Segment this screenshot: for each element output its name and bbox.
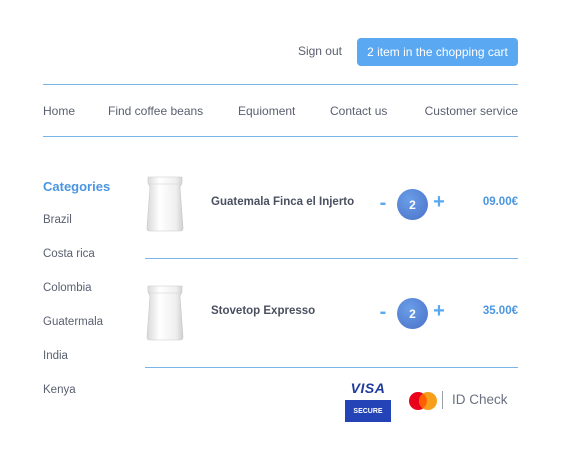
- header-bar: Sign out 2 item in the chopping cart: [43, 38, 518, 66]
- increase-quantity-button[interactable]: +: [432, 191, 446, 213]
- category-colombia[interactable]: Colombia: [43, 282, 92, 294]
- category-brazil[interactable]: Brazil: [43, 214, 72, 226]
- nav-contact-us[interactable]: Contact us: [330, 104, 387, 118]
- nav-customer-service[interactable]: Customer service: [425, 104, 518, 118]
- nav-equipment[interactable]: Equioment: [238, 104, 295, 118]
- categories-sidebar: Categories Brazil Costa rica Colombia Gu…: [43, 179, 133, 396]
- category-kenya[interactable]: Kenya: [43, 384, 76, 396]
- cart-bottom-divider: [145, 367, 518, 368]
- category-costa-rica[interactable]: Costa rica: [43, 248, 95, 260]
- decrease-quantity-button[interactable]: -: [377, 192, 389, 214]
- decrease-quantity-button[interactable]: -: [377, 301, 389, 323]
- coffee-bag-icon: [146, 176, 184, 232]
- id-check-separator: [442, 391, 443, 409]
- visa-wordmark: VISA: [350, 380, 386, 396]
- cart-item-row: Guatemala Finca el Injerto - 2 + 09.00€: [145, 175, 518, 241]
- cart-row-divider: [145, 258, 518, 259]
- nav-bottom-divider: [43, 136, 518, 137]
- nav-top-divider: [43, 84, 518, 85]
- product-name: Guatemala Finca el Injerto: [211, 196, 355, 208]
- nav-home[interactable]: Home: [43, 104, 75, 118]
- cart-item-row: Stovetop Expresso - 2 + 35.00€: [145, 284, 518, 350]
- categories-title: Categories: [43, 179, 111, 194]
- product-price: 09.00€: [482, 196, 518, 208]
- quantity-badge[interactable]: 2: [397, 189, 428, 220]
- mastercard-icon: [409, 392, 437, 410]
- increase-quantity-button[interactable]: +: [432, 300, 446, 322]
- main-nav: Home Find coffee beans Equioment Contact…: [43, 104, 518, 120]
- coffee-bag-icon: [146, 285, 184, 341]
- product-price: 35.00€: [482, 305, 518, 317]
- nav-find-coffee-beans[interactable]: Find coffee beans: [108, 104, 203, 118]
- shopping-cart-button[interactable]: 2 item in the chopping cart: [357, 38, 518, 66]
- id-check-label: ID Check: [452, 392, 508, 407]
- sign-out-link[interactable]: Sign out: [298, 44, 342, 58]
- product-name: Stovetop Expresso: [211, 305, 316, 317]
- category-guatemala[interactable]: Guatermala: [43, 316, 103, 328]
- category-india[interactable]: India: [43, 350, 68, 362]
- visa-secure-label: SECURE: [345, 400, 391, 422]
- quantity-badge[interactable]: 2: [397, 298, 428, 329]
- visa-secure-logo: VISA SECURE: [345, 380, 391, 423]
